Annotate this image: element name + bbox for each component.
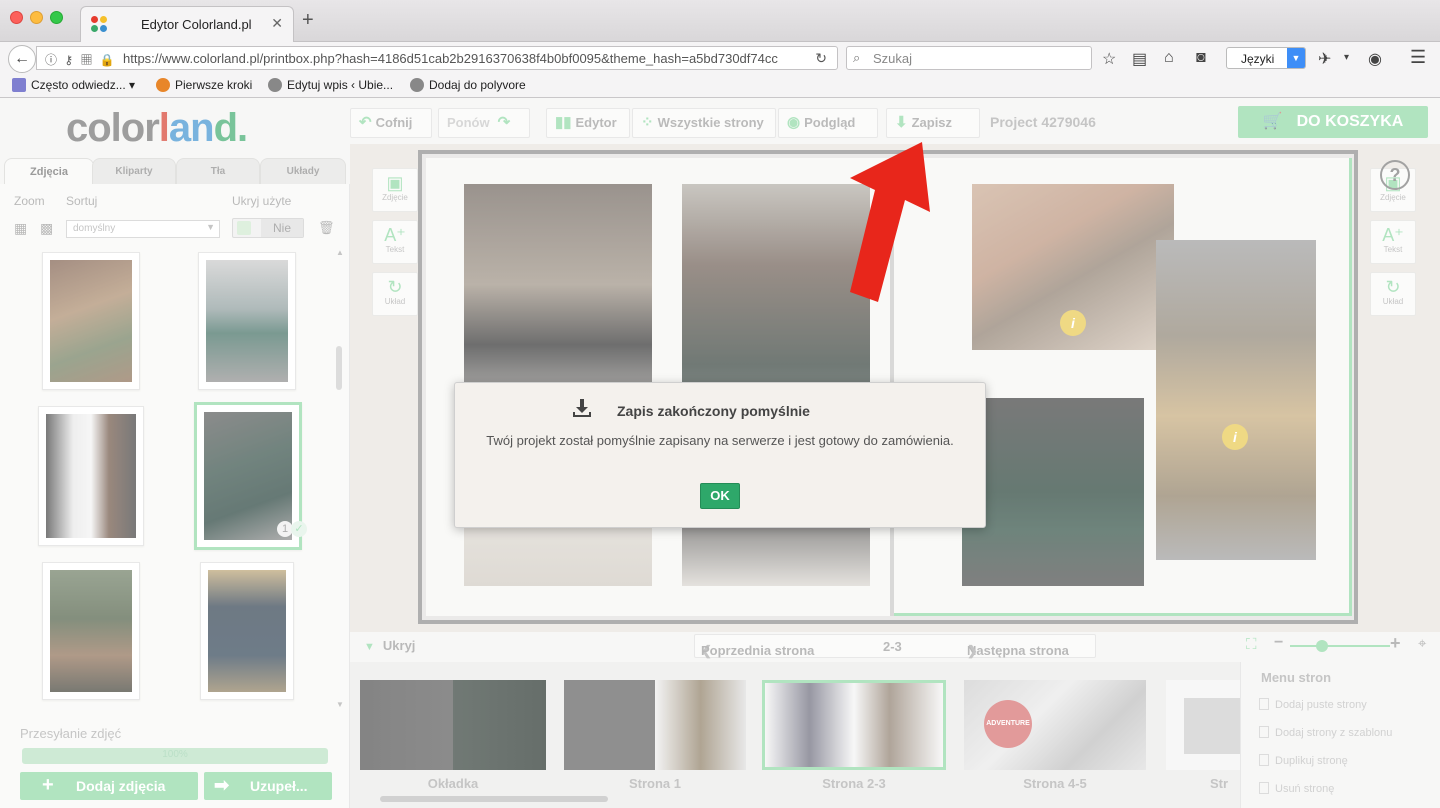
globe-icon — [268, 78, 282, 92]
bookmark-getting-started[interactable]: Pierwsze kroki — [156, 78, 252, 92]
browser-navbar: ← ⓘ ⚷ ▦ 🔒 https://www.colorland.pl/print… — [0, 42, 1440, 74]
dialog-title: Zapis zakończony pomyślnie — [617, 403, 810, 419]
bookmark-most-visited[interactable]: Często odwiedz... ▾ — [12, 78, 135, 92]
url-bar[interactable]: ⓘ ⚷ ▦ 🔒 https://www.colorland.pl/printbo… — [36, 46, 838, 70]
browser-titlebar: Edytor Colorland.pl ✕ + — [0, 0, 1440, 42]
tab-title: Edytor Colorland.pl — [141, 17, 252, 32]
bookmark-edit-post[interactable]: Edytuj wpis ‹ Ubie... — [268, 78, 393, 92]
site-info-icon[interactable]: ⓘ ⚷ ▦ 🔒 — [45, 51, 117, 68]
dialog-message: Twój projekt został pomyślnie zapisany n… — [486, 433, 954, 448]
bookmark-polyvore[interactable]: Dodaj do polyvore — [410, 78, 526, 92]
reading-list-icon[interactable]: ▤ — [1132, 49, 1147, 69]
pocket-icon[interactable]: ◙ — [1196, 49, 1206, 67]
reload-icon[interactable]: ↻ — [815, 50, 827, 67]
extension-dropdown-icon[interactable]: ▾ — [1344, 52, 1349, 63]
search-input[interactable]: ⌕ Szukaj — [846, 46, 1092, 70]
tab-close-icon[interactable]: ✕ — [271, 15, 283, 32]
color-picker-extension-icon[interactable]: ◉ — [1368, 49, 1382, 69]
url-text[interactable]: https://www.colorland.pl/printbox.php?ha… — [123, 51, 789, 66]
extension-icon[interactable]: ✈ — [1318, 49, 1331, 69]
minimize-window-button[interactable] — [30, 11, 43, 24]
new-tab-button[interactable]: + — [302, 10, 314, 30]
bookmarks-bar: Często odwiedz... ▾ Pierwsze kroki Edytu… — [0, 74, 1440, 98]
language-select[interactable]: Języki ▼ — [1226, 47, 1306, 69]
globe-icon — [410, 78, 424, 92]
firefox-icon — [156, 78, 170, 92]
save-success-dialog: Zapis zakończony pomyślnie Twój projekt … — [454, 382, 986, 528]
bookmark-star-icon[interactable]: ☆ — [1102, 49, 1116, 69]
back-button[interactable]: ← — [8, 45, 36, 73]
home-icon[interactable]: ⌂ — [1164, 49, 1174, 67]
ok-button[interactable]: OK — [700, 483, 740, 509]
search-icon: ⌕ — [853, 50, 861, 65]
language-select-label: Języki — [1241, 52, 1275, 66]
download-icon — [573, 399, 591, 417]
chevron-down-icon: ▼ — [1287, 48, 1305, 68]
maximize-window-button[interactable] — [50, 11, 63, 24]
search-placeholder: Szukaj — [873, 51, 913, 66]
browser-tab[interactable]: Edytor Colorland.pl ✕ — [80, 6, 294, 42]
hamburger-menu-icon[interactable]: ☰ — [1410, 47, 1426, 68]
folder-icon — [12, 78, 26, 92]
colorland-favicon-icon — [91, 16, 109, 34]
close-window-button[interactable] — [10, 11, 23, 24]
